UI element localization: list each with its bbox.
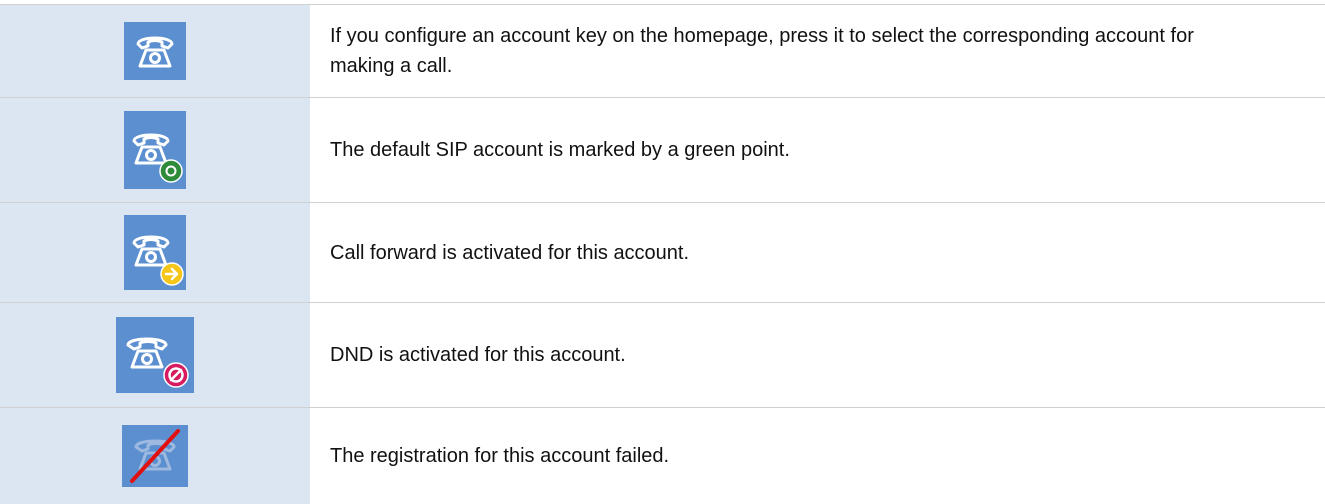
description-cell: The default SIP account is marked by a g… <box>310 98 1325 202</box>
forward-arrow-badge-icon <box>160 262 184 286</box>
description-text: DND is activated for this account. <box>330 344 626 366</box>
icon-cell <box>0 303 310 407</box>
table-row: DND is activated for this account. <box>0 303 1325 407</box>
description-text: The registration for this account failed… <box>330 445 670 467</box>
dnd-phone-icon <box>116 317 194 393</box>
description-text: The default SIP account is marked by a g… <box>330 139 790 161</box>
description-text: If you configure an account key on the h… <box>330 25 1194 77</box>
default-account-phone-icon <box>124 111 186 189</box>
icon-cell <box>0 408 310 504</box>
table-row: The registration for this account failed… <box>0 408 1325 504</box>
description-cell: DND is activated for this account. <box>310 303 1325 407</box>
registration-failed-phone-icon <box>122 425 188 487</box>
table-row: Call forward is activated for this accou… <box>0 203 1325 302</box>
account-icon-table: If you configure an account key on the h… <box>0 0 1325 504</box>
description-cell: Call forward is activated for this accou… <box>310 203 1325 302</box>
call-forward-phone-icon <box>124 215 186 290</box>
green-point-badge-icon <box>159 159 183 183</box>
icon-cell <box>0 98 310 202</box>
icon-cell <box>0 203 310 302</box>
red-slash-icon <box>130 429 180 483</box>
account-phone-icon <box>124 22 186 80</box>
table-row: If you configure an account key on the h… <box>0 5 1325 97</box>
table-row: The default SIP account is marked by a g… <box>0 98 1325 202</box>
description-cell: The registration for this account failed… <box>310 408 1325 504</box>
description-text: Call forward is activated for this accou… <box>330 241 690 264</box>
no-entry-badge-icon <box>163 362 189 388</box>
icon-cell <box>0 5 310 97</box>
description-cell: If you configure an account key on the h… <box>310 5 1325 97</box>
